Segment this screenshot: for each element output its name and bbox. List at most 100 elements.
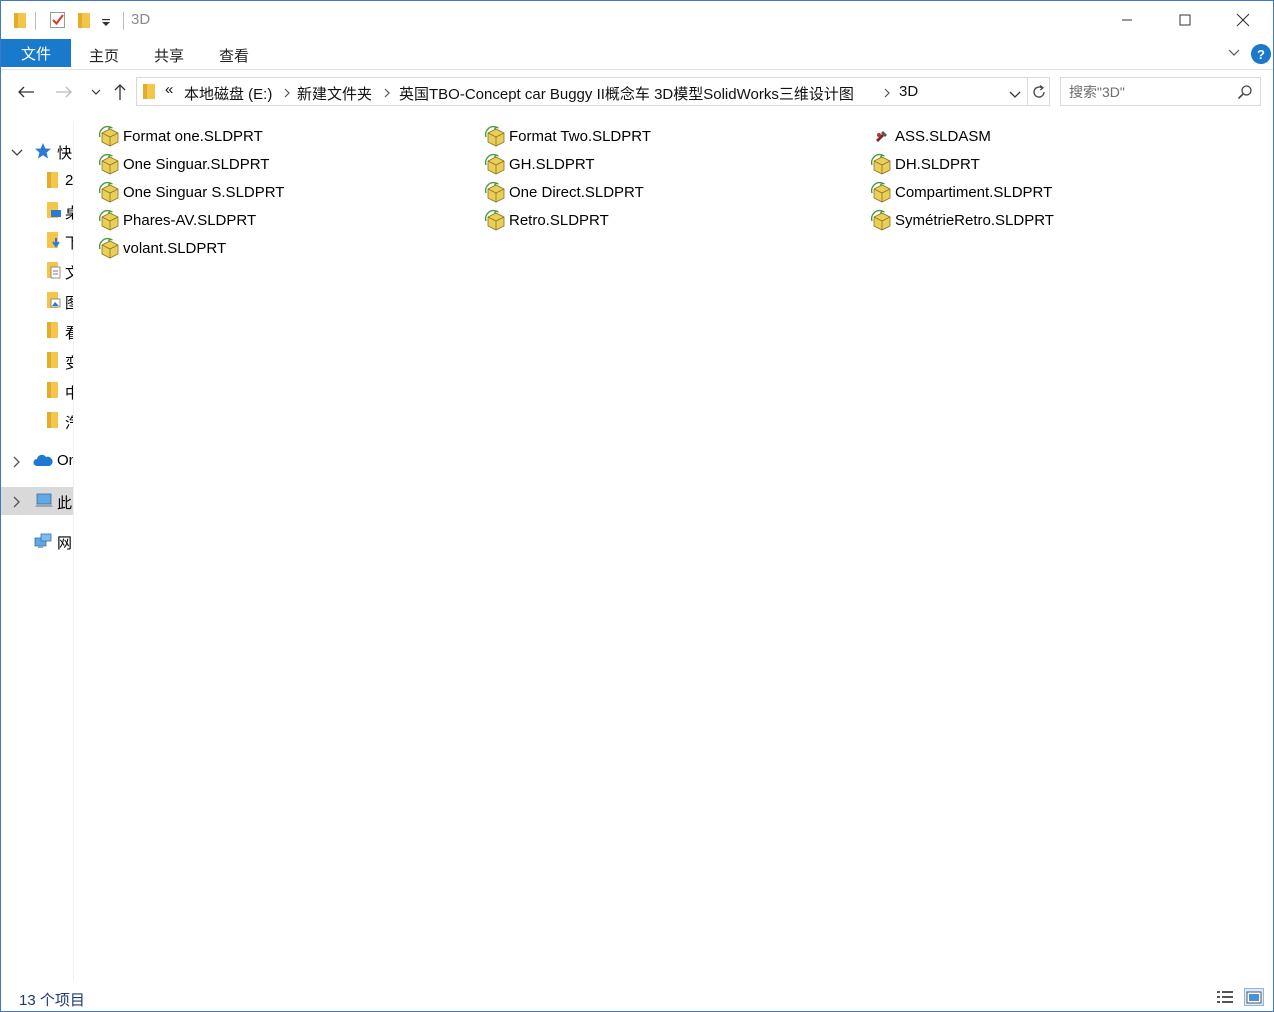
sidebar-item-folder[interactable]: 中: [1, 377, 73, 405]
sidebar-item-label: 网: [57, 535, 73, 552]
chevron-right-icon[interactable]: [283, 86, 291, 103]
sldprt-file-icon: [871, 209, 891, 231]
close-button[interactable]: [1214, 1, 1272, 39]
large-icons-view-button[interactable]: [1244, 988, 1264, 1006]
minimize-button[interactable]: [1098, 1, 1156, 39]
sldprt-file-icon: [871, 153, 891, 175]
file-name: One Singuar S.SLDPRT: [123, 183, 285, 201]
sidebar-item-folder[interactable]: 看: [1, 317, 73, 345]
sldprt-file-icon: [485, 125, 505, 147]
divider: [123, 12, 124, 30]
window-title: 3D: [131, 11, 151, 28]
minimize-icon: [1122, 19, 1132, 21]
folder-icon: [47, 412, 58, 432]
file-item[interactable]: Phares-AV.SLDPRT: [99, 208, 256, 232]
sidebar-item-label: 变: [65, 352, 73, 373]
properties-icon[interactable]: [49, 11, 67, 33]
sidebar-item-pictures[interactable]: 图: [1, 287, 73, 315]
chevron-right-icon[interactable]: [383, 86, 391, 103]
breadcrumb-project-folder[interactable]: 英国TBO-Concept car Buggy II概念车 3D模型SolidW…: [399, 83, 854, 104]
network-icon: [33, 532, 53, 554]
file-name: Phares-AV.SLDPRT: [123, 211, 257, 229]
sidebar-item-label: On: [57, 452, 73, 469]
folder-icon: [47, 352, 58, 372]
chevron-down-icon[interactable]: [11, 145, 23, 162]
search-box[interactable]: [1060, 77, 1261, 106]
breadcrumb-new-folder[interactable]: 新建文件夹: [297, 83, 372, 104]
refresh-button[interactable]: [1028, 77, 1050, 106]
explorer-window: 3D 文件 主页 共享 查看 ? « 本地磁盘 (E:) 新建文件夹 英国TBO…: [0, 0, 1274, 1012]
up-button[interactable]: [109, 81, 131, 103]
sldprt-file-icon: [99, 209, 119, 231]
recent-locations-button[interactable]: [85, 81, 107, 103]
file-name: One Direct.SLDPRT: [509, 183, 644, 201]
forward-button[interactable]: [53, 81, 75, 103]
download-folder-icon: [47, 232, 61, 254]
file-name: One Singuar.SLDPRT: [123, 155, 270, 173]
file-name: volant.SLDPRT: [123, 239, 227, 257]
tab-home[interactable]: 主页: [89, 45, 119, 66]
details-view-button[interactable]: [1215, 988, 1235, 1006]
sldprt-file-icon: [871, 181, 891, 203]
tab-share[interactable]: 共享: [154, 45, 184, 66]
close-icon: [1236, 13, 1250, 27]
breadcrumb-current[interactable]: 3D: [899, 83, 918, 100]
documents-folder-icon: [47, 262, 61, 284]
up-arrow-icon: [114, 84, 126, 100]
sidebar-item-documents[interactable]: 文: [1, 257, 73, 285]
divider: [35, 12, 36, 30]
expand-ribbon-icon[interactable]: [1227, 45, 1241, 63]
file-item[interactable]: Compartiment.SLDPRT: [871, 180, 1052, 204]
back-button[interactable]: [15, 81, 37, 103]
maximize-button[interactable]: [1156, 1, 1214, 39]
sidebar-item-folder[interactable]: 2: [1, 167, 73, 195]
divider: [1, 69, 1273, 70]
tab-file[interactable]: 文件: [1, 39, 71, 67]
breadcrumb-drive[interactable]: 本地磁盘 (E:): [184, 83, 272, 104]
file-item[interactable]: Format one.SLDPRT: [99, 124, 263, 148]
file-item[interactable]: SymétrieRetro.SLDPRT: [871, 208, 1054, 232]
customize-toolbar-icon[interactable]: [101, 15, 111, 32]
file-item[interactable]: volant.SLDPRT: [99, 236, 226, 260]
sidebar-item-label: 桌: [65, 202, 73, 223]
ribbon-tabs: 文件 主页 共享 查看: [1, 39, 1273, 69]
search-icon[interactable]: [1237, 84, 1253, 104]
help-button[interactable]: ?: [1251, 44, 1271, 64]
breadcrumb-overflow[interactable]: «: [165, 81, 173, 98]
sidebar-item-label: 看: [65, 322, 73, 343]
sidebar-item-network[interactable]: 网: [1, 527, 73, 555]
new-folder-icon[interactable]: [77, 11, 91, 33]
file-name: Format one.SLDPRT: [123, 127, 263, 145]
sidebar-item-this-pc[interactable]: 此: [1, 487, 73, 515]
file-item[interactable]: One Direct.SLDPRT: [485, 180, 644, 204]
address-bar[interactable]: « 本地磁盘 (E:) 新建文件夹 英国TBO-Concept car Bugg…: [136, 77, 1028, 106]
sidebar-item-label: 快: [57, 145, 73, 162]
file-item[interactable]: Retro.SLDPRT: [485, 208, 609, 232]
chevron-right-icon[interactable]: [11, 495, 21, 512]
tab-view[interactable]: 查看: [219, 45, 249, 66]
file-item[interactable]: GH.SLDPRT: [485, 152, 595, 176]
sldprt-file-icon: [99, 125, 119, 147]
maximize-icon: [1179, 14, 1191, 26]
chevron-right-icon[interactable]: [11, 455, 21, 472]
navigation-pane: 快 2 桌 下 文 图 看 变: [1, 121, 74, 981]
file-name: Format Two.SLDPRT: [509, 127, 651, 145]
file-item[interactable]: One Singuar S.SLDPRT: [99, 180, 284, 204]
sidebar-item-folder[interactable]: 汽: [1, 407, 73, 435]
sidebar-item-desktop[interactable]: 桌: [1, 197, 73, 225]
chevron-right-icon[interactable]: [883, 86, 891, 103]
search-input[interactable]: [1069, 82, 1229, 102]
sidebar-item-onedrive[interactable]: On: [1, 447, 73, 475]
sidebar-item-downloads[interactable]: 下: [1, 227, 73, 255]
file-item[interactable]: DH.SLDPRT: [871, 152, 980, 176]
folder-icon: [13, 11, 27, 33]
sldprt-file-icon: [485, 209, 505, 231]
file-item[interactable]: ASS.SLDASM: [871, 124, 991, 148]
file-item[interactable]: One Singuar.SLDPRT: [99, 152, 269, 176]
sidebar-item-quick-access[interactable]: 快: [1, 137, 73, 165]
sidebar-item-folder[interactable]: 变: [1, 347, 73, 375]
sidebar-item-label: 文: [65, 262, 73, 283]
address-dropdown-icon[interactable]: [1009, 87, 1021, 104]
folder-icon: [143, 83, 155, 104]
file-item[interactable]: Format Two.SLDPRT: [485, 124, 651, 148]
